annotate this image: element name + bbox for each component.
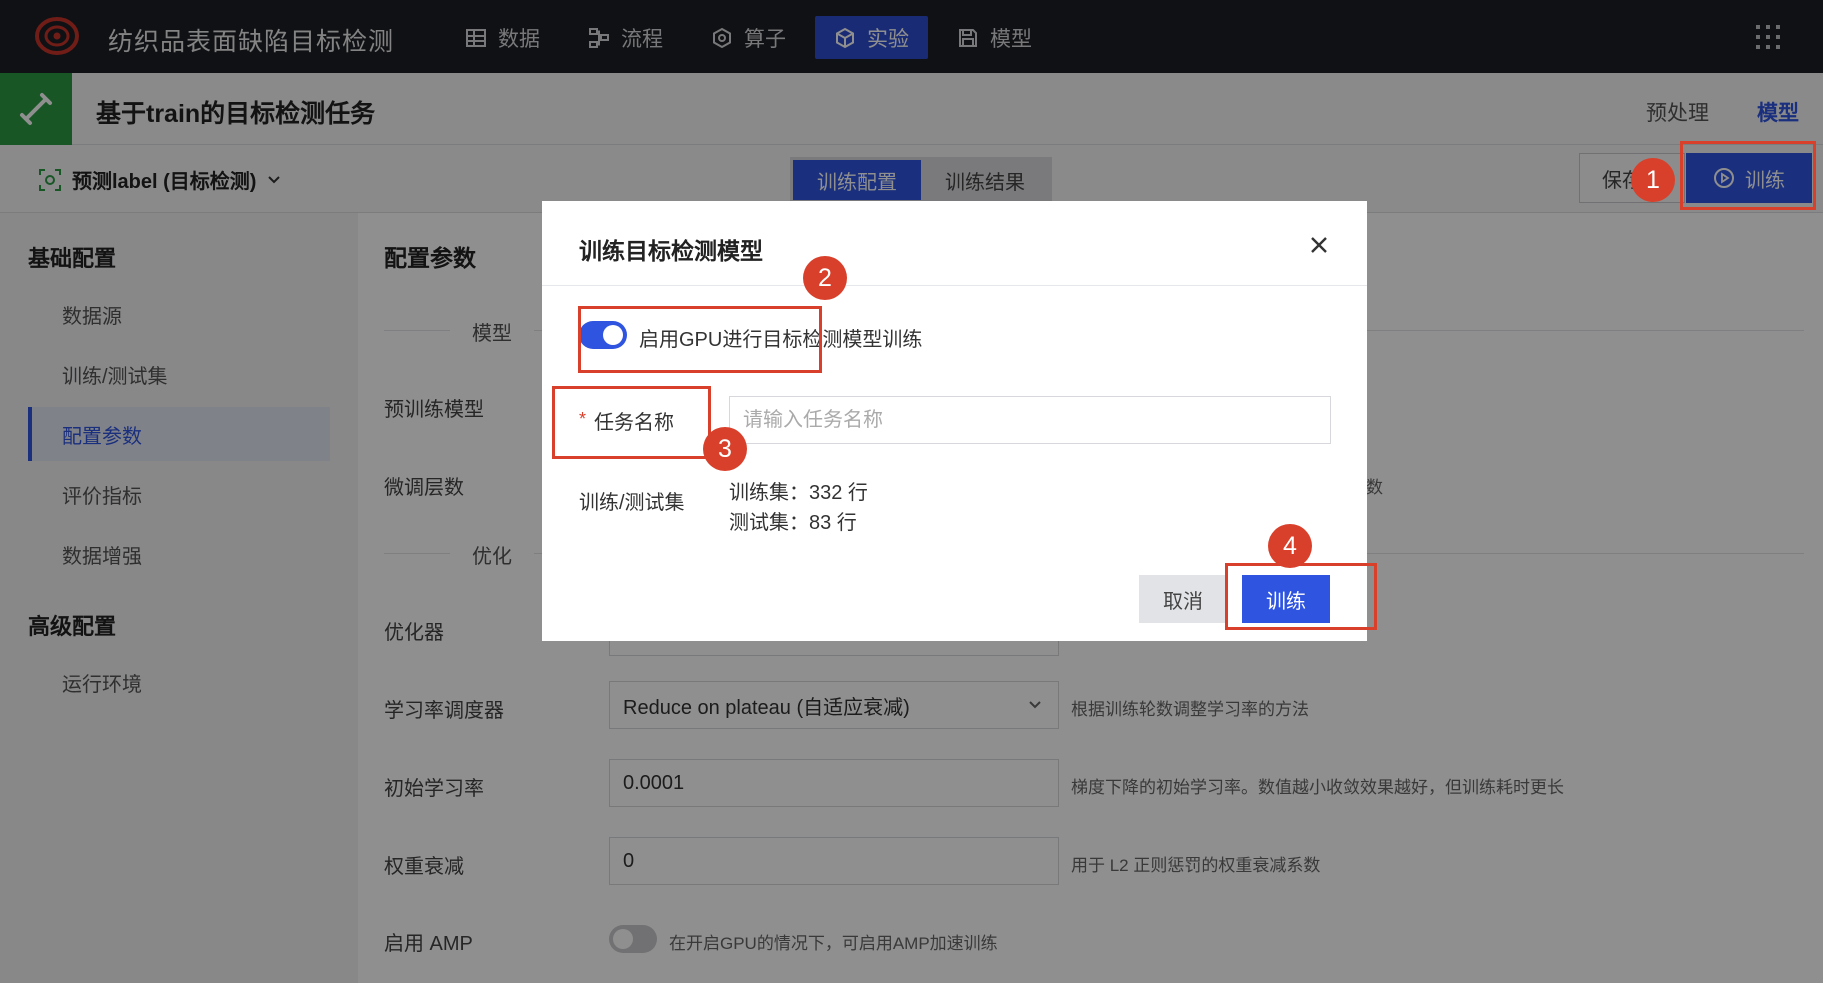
modal-title: 训练目标检测模型 xyxy=(579,238,763,264)
annotation-box-4 xyxy=(1225,563,1377,630)
close-icon[interactable] xyxy=(1307,233,1331,257)
annotation-badge-1: 1 xyxy=(1631,158,1675,202)
modal-divider xyxy=(542,285,1367,286)
split-label: 训练/测试集 xyxy=(579,492,685,514)
annotation-badge-3: 3 xyxy=(703,427,747,471)
annotation-box-2 xyxy=(578,306,822,373)
annotation-badge-4: 4 xyxy=(1268,524,1312,568)
test-rows: 测试集：83 行 xyxy=(729,512,857,534)
task-name-input[interactable] xyxy=(729,396,1331,444)
annotation-box-1 xyxy=(1680,141,1816,210)
annotation-box-3 xyxy=(552,386,711,459)
train-rows: 训练集：332 行 xyxy=(729,482,868,504)
cancel-button[interactable]: 取消 xyxy=(1139,575,1227,623)
annotation-badge-2: 2 xyxy=(803,256,847,300)
